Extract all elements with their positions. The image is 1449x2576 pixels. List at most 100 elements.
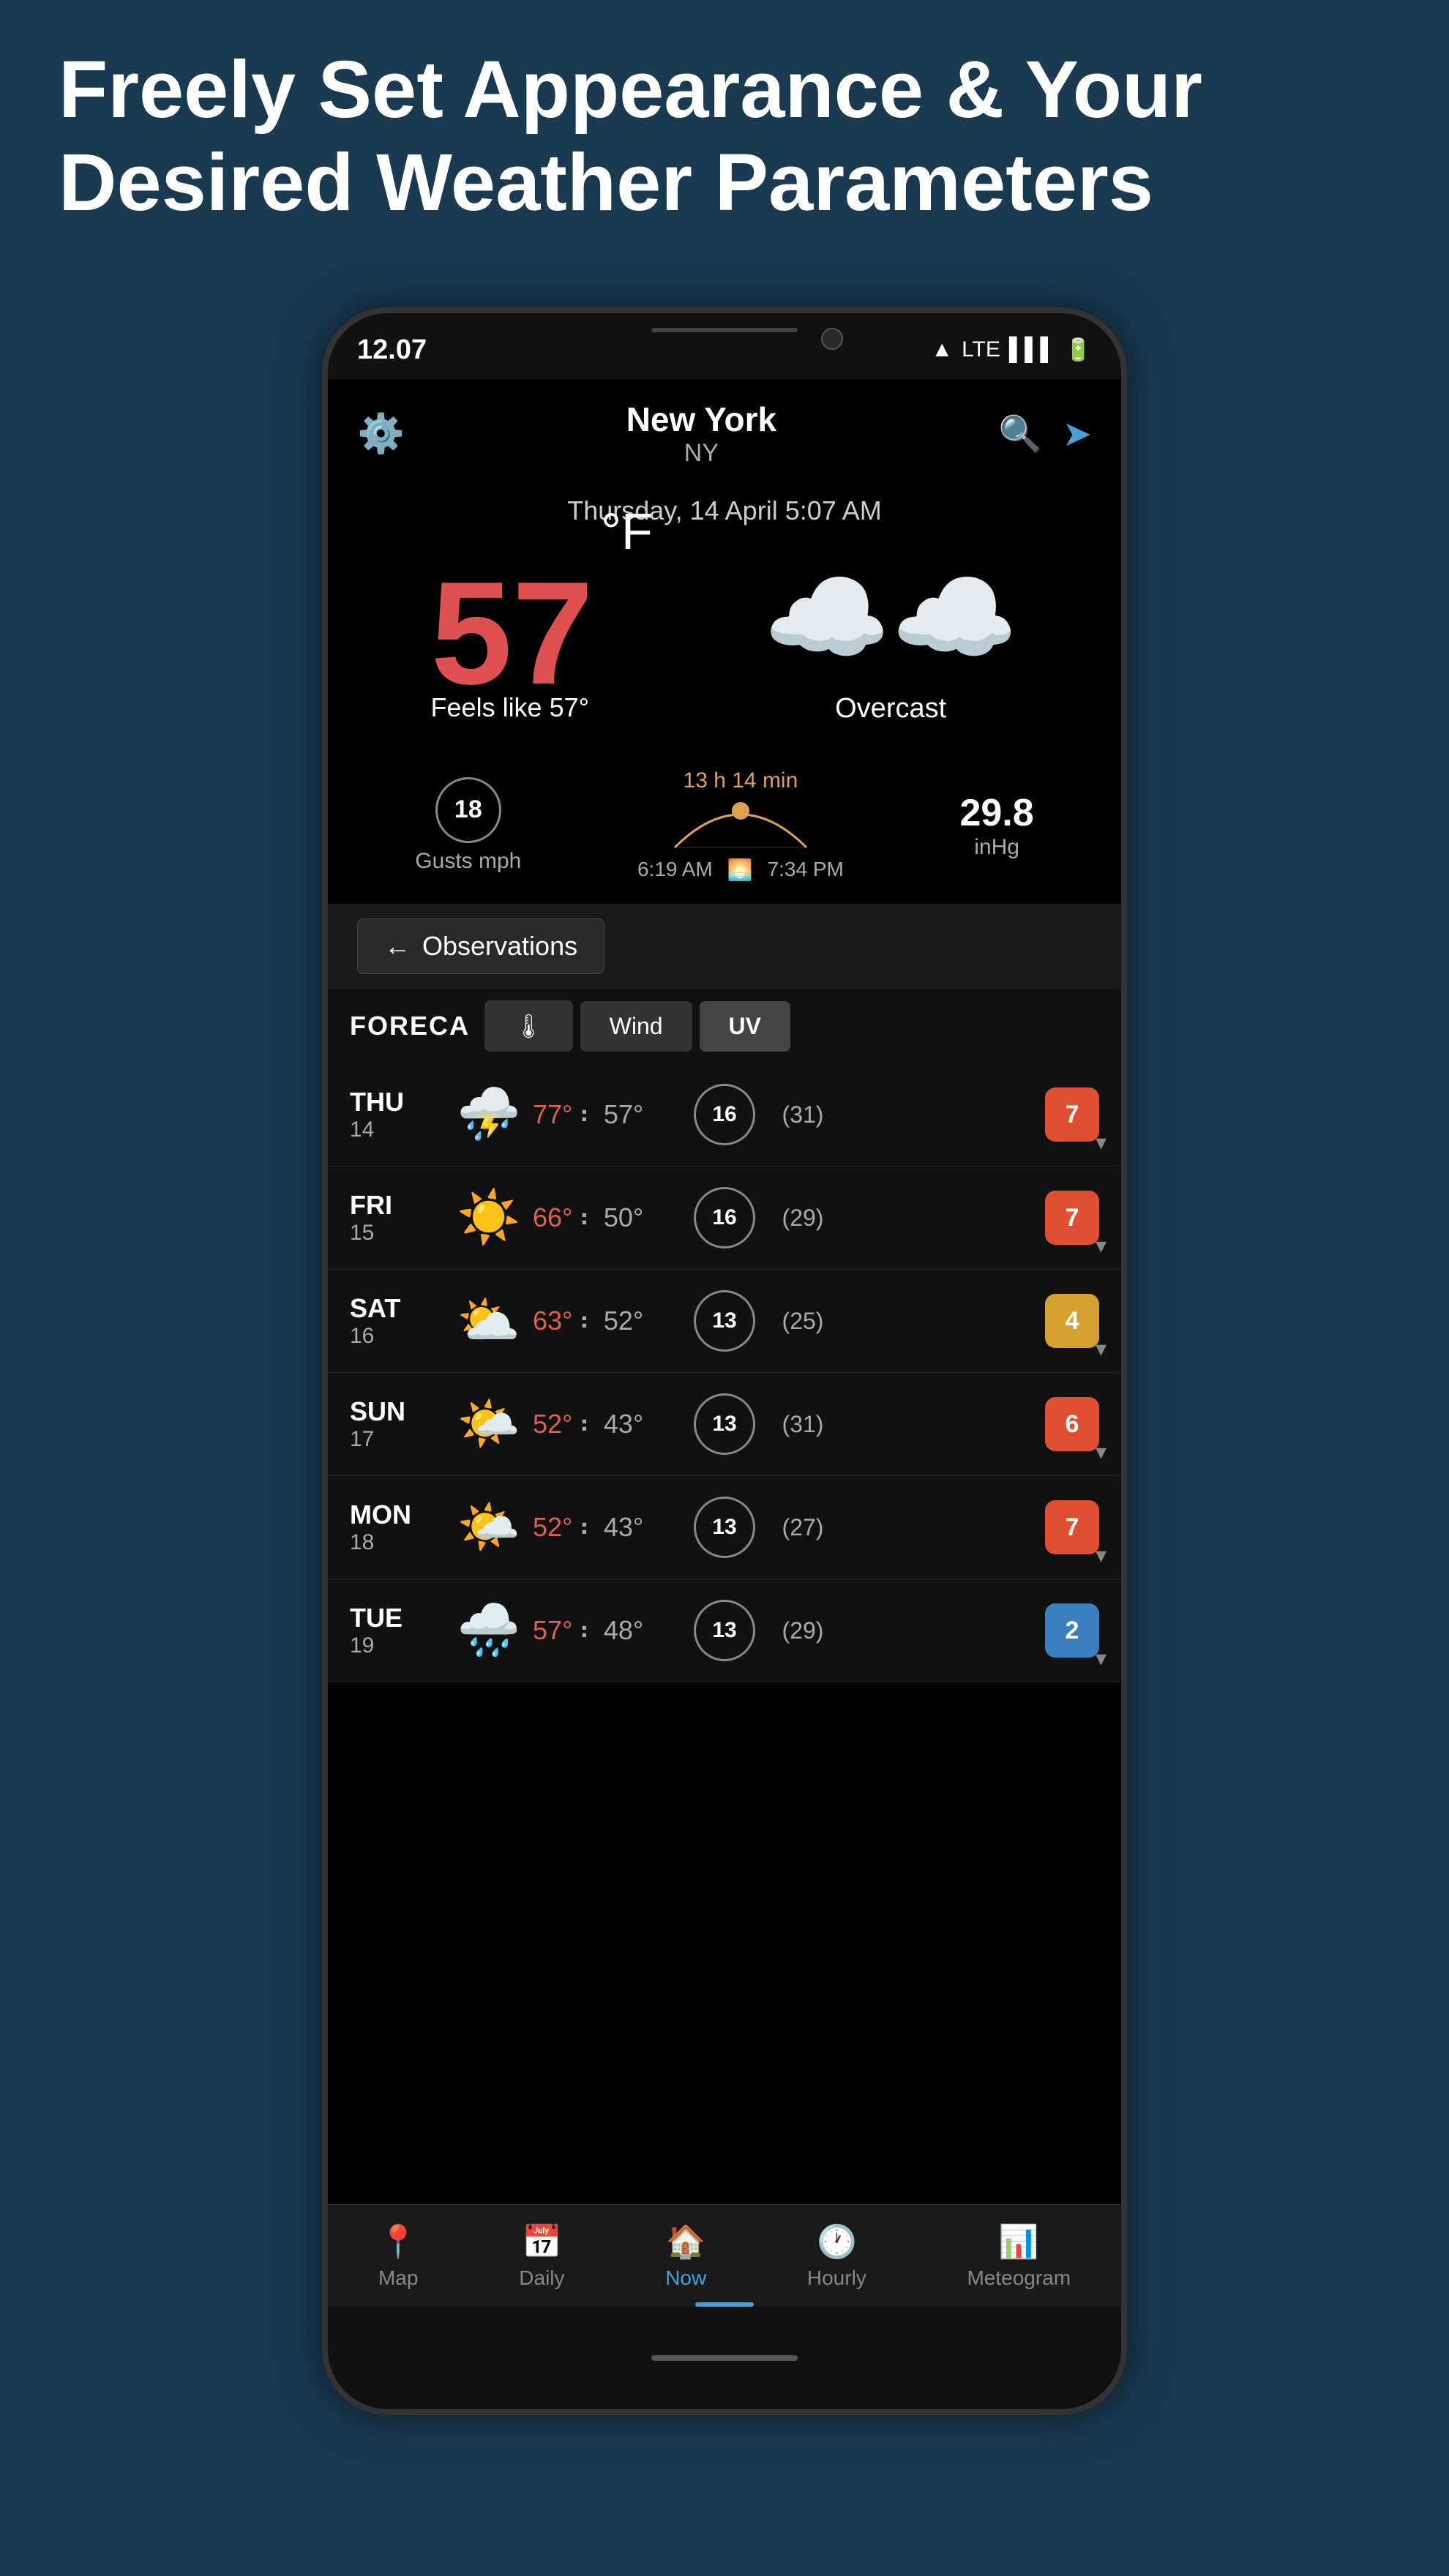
- nav-label-now: Now: [665, 2266, 706, 2290]
- weather-emoji: ⛅: [445, 1291, 533, 1351]
- bottom-navigation: 📍 Map 📅 Daily 🏠 Now 🕐 Hourly 📊 Meteogram: [328, 2204, 1121, 2307]
- uv-label: UV: [729, 1013, 761, 1039]
- temp-separator: ⠆: [578, 1306, 597, 1336]
- tab-uv[interactable]: UV: [700, 1001, 790, 1052]
- forecast-list: THU 14 ⛈️ 77° ⠆ 57° 16 (31) 7 ▾ FRI 15 ☀…: [328, 1063, 1121, 1682]
- observations-label: Observations: [422, 931, 577, 962]
- phone-frame: 12.07 ▲ LTE ▌▌▌ 🔋 ⚙️ New York NY 🔍 ➤ Thu…: [322, 307, 1127, 2415]
- tab-wind[interactable]: Wind: [580, 1001, 692, 1052]
- wind-gust: (29): [770, 1617, 836, 1644]
- gusts-circle: 18: [435, 777, 501, 843]
- weather-stats: 18 Gusts mph 13 h 14 min 6:19 AM 🌅 7:34 …: [328, 746, 1121, 904]
- weather-emoji: 🌧️: [445, 1600, 533, 1660]
- weather-emoji: ☀️: [445, 1188, 533, 1248]
- temps-col: 77° ⠆ 57°: [533, 1099, 679, 1130]
- nav-item-daily[interactable]: 📅 Daily: [519, 2223, 564, 2290]
- wind-speed: 16: [694, 1084, 755, 1145]
- temp-separator: ⠆: [578, 1512, 597, 1543]
- forecast-row[interactable]: THU 14 ⛈️ 77° ⠆ 57° 16 (31) 7 ▾: [328, 1063, 1121, 1167]
- app-header: ⚙️ New York NY 🔍 ➤: [328, 379, 1121, 488]
- forecast-tabs: FORECA 🌡 Wind UV: [328, 989, 1121, 1063]
- temp-high: 57°: [533, 1615, 572, 1646]
- day-name: FRI: [350, 1190, 445, 1221]
- home-bar: [651, 2355, 798, 2361]
- uv-badge: 7: [1045, 1191, 1099, 1245]
- nav-icon-map: 📍: [378, 2223, 419, 2261]
- day-name: TUE: [350, 1603, 445, 1633]
- temp-high: 52°: [533, 1512, 572, 1543]
- chevron-down-icon: ▾: [1096, 1336, 1107, 1362]
- settings-icon[interactable]: ⚙️: [357, 411, 405, 456]
- temp-high: 63°: [533, 1306, 572, 1336]
- wind-speed: 13: [694, 1393, 755, 1455]
- power-button: [1121, 643, 1127, 745]
- forecast-row[interactable]: FRI 15 ☀️ 66° ⠆ 50° 16 (29) 7 ▾: [328, 1167, 1121, 1270]
- search-icon[interactable]: 🔍: [998, 413, 1042, 454]
- day-name: MON: [350, 1499, 445, 1530]
- day-num: 19: [350, 1633, 445, 1658]
- forecast-row[interactable]: SAT 16 ⛅ 63° ⠆ 52° 13 (25) 4 ▾: [328, 1270, 1121, 1373]
- feels-like: Feels like 57°: [431, 692, 590, 723]
- day-num: 18: [350, 1530, 445, 1555]
- wifi-icon: ▲: [931, 337, 953, 362]
- chevron-down-icon: ▾: [1096, 1543, 1107, 1568]
- temp-low: 43°: [604, 1512, 643, 1543]
- sunrise-time: 6:19 AM: [637, 858, 713, 882]
- status-icons: ▲ LTE ▌▌▌ 🔋: [931, 337, 1092, 363]
- signal-icon: ▌▌▌: [1009, 337, 1056, 362]
- chevron-down-icon: ▾: [1096, 1439, 1107, 1465]
- notch: [651, 328, 798, 332]
- main-weather: 57 °F Feels like 57° ☁️☁️ Overcast: [328, 544, 1121, 746]
- tab-temperature[interactable]: 🌡: [484, 1000, 573, 1052]
- wind-speed: 13: [694, 1290, 755, 1352]
- nav-icon-meteogram: 📊: [999, 2223, 1039, 2261]
- header-line1: Freely Set Appearance & Your: [59, 44, 1390, 137]
- observations-button[interactable]: ← Observations: [357, 918, 604, 974]
- uv-badge: 7: [1045, 1500, 1099, 1554]
- uv-badge: 4: [1045, 1294, 1099, 1348]
- battery-icon: 🔋: [1065, 337, 1092, 363]
- wind-gust: (31): [770, 1411, 836, 1438]
- wind-speed: 13: [694, 1600, 755, 1661]
- navigation-icon[interactable]: ➤: [1063, 413, 1092, 454]
- weather-emoji: ⛈️: [445, 1085, 533, 1145]
- nav-icon-now: 🏠: [666, 2223, 706, 2261]
- temp-high: 66°: [533, 1202, 572, 1233]
- nav-icon-hourly: 🕐: [817, 2223, 857, 2261]
- wind-gust: (25): [770, 1308, 836, 1335]
- page-header: Freely Set Appearance & Your Desired Wea…: [59, 44, 1390, 229]
- header-line2: Desired Weather Parameters: [59, 137, 1390, 230]
- temp-low: 50°: [604, 1202, 643, 1233]
- weather-icon: ☁️☁️: [763, 558, 1019, 678]
- temp-separator: ⠆: [578, 1202, 597, 1233]
- pressure-unit: inHg: [974, 835, 1019, 860]
- forecast-row[interactable]: MON 18 🌤️ 52° ⠆ 43° 13 (27) 7 ▾: [328, 1476, 1121, 1579]
- temps-col: 57° ⠆ 48°: [533, 1615, 679, 1646]
- day-col: THU 14: [350, 1087, 445, 1142]
- foreca-logo: FORECA: [350, 1011, 470, 1041]
- temp-separator: ⠆: [578, 1615, 597, 1646]
- nav-item-hourly[interactable]: 🕐 Hourly: [807, 2223, 866, 2290]
- uv-badge: 2: [1045, 1603, 1099, 1658]
- temperature-unit: °F: [601, 502, 653, 561]
- temps-col: 66° ⠆ 50°: [533, 1202, 679, 1233]
- phone-bottom-bar: [328, 2307, 1121, 2409]
- sun-times: 6:19 AM 🌅 7:34 PM: [637, 858, 844, 882]
- temp-separator: ⠆: [578, 1099, 597, 1130]
- day-num: 17: [350, 1427, 445, 1452]
- city-name: New York: [626, 400, 776, 439]
- temperature-value: 57: [431, 561, 594, 707]
- gusts-value: 18: [454, 795, 482, 824]
- nav-item-now[interactable]: 🏠 Now: [665, 2223, 706, 2290]
- wind-gust: (31): [770, 1101, 836, 1128]
- nav-item-map[interactable]: 📍 Map: [378, 2223, 419, 2290]
- wind-gust: (27): [770, 1514, 836, 1541]
- temp-low: 52°: [604, 1306, 643, 1336]
- lte-label: LTE: [962, 337, 1000, 362]
- nav-label-map: Map: [378, 2266, 418, 2290]
- forecast-row[interactable]: TUE 19 🌧️ 57° ⠆ 48° 13 (29) 2 ▾: [328, 1579, 1121, 1682]
- forecast-row[interactable]: SUN 17 🌤️ 52° ⠆ 43° 13 (31) 6 ▾: [328, 1373, 1121, 1476]
- weather-description: Overcast: [835, 693, 946, 724]
- day-name: SAT: [350, 1293, 445, 1324]
- nav-item-meteogram[interactable]: 📊 Meteogram: [967, 2223, 1071, 2290]
